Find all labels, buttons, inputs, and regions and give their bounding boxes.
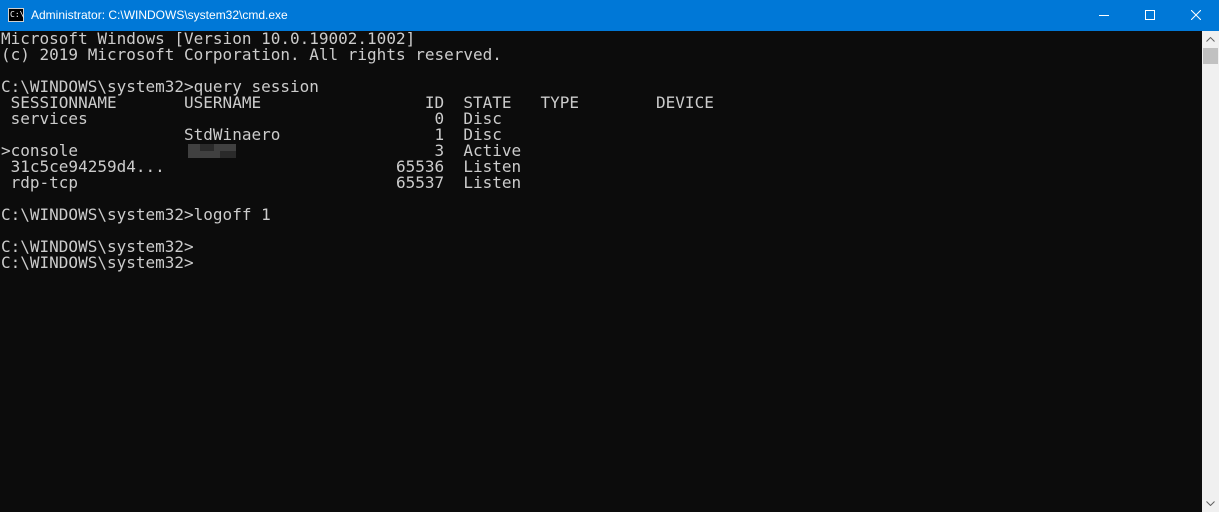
window-title: Administrator: C:\WINDOWS\system32\cmd.e… bbox=[31, 8, 288, 22]
redaction-pixel bbox=[200, 144, 214, 151]
minimize-icon bbox=[1099, 15, 1109, 16]
chevron-up-icon bbox=[1206, 37, 1215, 42]
maximize-icon bbox=[1145, 10, 1155, 20]
maximize-button[interactable] bbox=[1127, 0, 1173, 31]
close-button[interactable] bbox=[1173, 0, 1219, 31]
close-icon bbox=[1191, 10, 1201, 20]
cmd-icon[interactable]: C:\ bbox=[8, 8, 24, 22]
minimize-button[interactable] bbox=[1081, 0, 1127, 31]
vertical-scrollbar[interactable] bbox=[1202, 31, 1219, 512]
console-output[interactable]: Microsoft Windows [Version 10.0.19002.10… bbox=[0, 31, 1202, 512]
scrollbar-thumb[interactable] bbox=[1203, 48, 1218, 64]
console-line: C:\WINDOWS\system32>logoff 1 bbox=[1, 205, 271, 224]
cmd-icon-glyph: C:\ bbox=[10, 10, 25, 19]
chevron-down-icon bbox=[1206, 501, 1215, 506]
redaction-pixel bbox=[220, 151, 236, 158]
console-line: (c) 2019 Microsoft Corporation. All righ… bbox=[1, 45, 502, 64]
scroll-down-button[interactable] bbox=[1202, 495, 1219, 512]
scroll-up-button[interactable] bbox=[1202, 31, 1219, 48]
console-line: rdp-tcp 65537 Listen bbox=[1, 173, 522, 192]
title-bar[interactable]: C:\ Administrator: C:\WINDOWS\system32\c… bbox=[0, 0, 1219, 31]
console-line: C:\WINDOWS\system32> bbox=[1, 253, 194, 272]
